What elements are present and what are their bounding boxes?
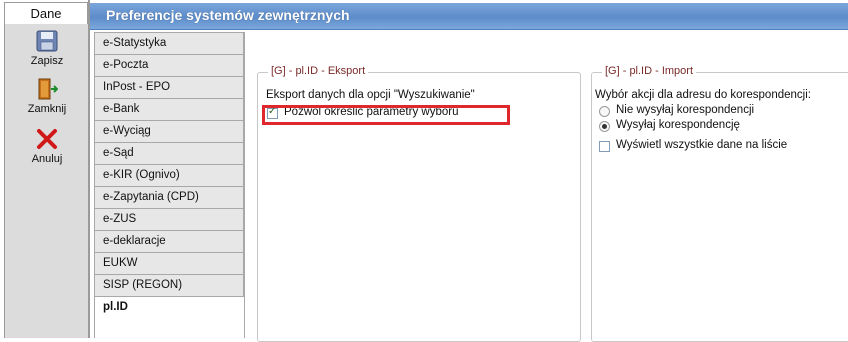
nav-item-e-sad[interactable]: e-Sąd [94,142,244,164]
nav-item-e-wyciag[interactable]: e-Wyciąg [94,120,244,142]
close-label: Zamknij [27,103,67,115]
export-group-legend: [G] - pl.ID - Eksport [268,65,369,77]
nav-item-e-kir[interactable]: e-KIR (Ognivo) [94,164,244,186]
content-panel: [G] - pl.ID - Eksport Eksport danych dla… [244,32,848,342]
exit-door-icon [38,78,58,100]
nav-item-e-statystyka[interactable]: e-Statystyka [94,32,244,54]
show-all-checkbox[interactable] [599,141,610,152]
nav-item-e-zus[interactable]: e-ZUS [94,208,244,230]
nav-item-e-poczta[interactable]: e-Poczta [94,54,244,76]
nav-item-pl-id[interactable]: pl.ID [94,296,244,338]
header-bar: Preferencje systemów zewnętrznych [90,3,848,30]
divider [88,0,90,338]
save-icon [36,30,58,52]
save-label: Zapisz [30,55,64,67]
nav-item-e-deklaracje[interactable]: e-deklaracje [94,230,244,252]
cancel-x-icon [37,129,57,149]
page-title: Preferencje systemów zewnętrznych [106,7,350,23]
nav-item-e-zapytania[interactable]: e-Zapytania (CPD) [94,186,244,208]
import-group: [G] - pl.ID - Import Wybór akcji dla adr… [591,65,848,342]
radio-no-send-label[interactable]: Nie wysyłaj korespondencji [616,104,754,116]
save-button[interactable]: Zapisz [5,30,89,67]
tab-dane[interactable]: Dane [4,2,88,24]
nav-item-sisp-regon[interactable]: SISP (REGON) [94,274,244,296]
nav-item-inpost-epo[interactable]: InPost - EPO [94,76,244,98]
cancel-label: Anuluj [31,153,63,165]
nav-list: e-Statystyka e-Poczta InPost - EPO e-Ban… [94,32,244,338]
toolbar-panel: Zapisz Zamknij Anuluj [4,24,88,338]
close-button[interactable]: Zamknij [5,78,89,115]
import-group-legend: [G] - pl.ID - Import [602,65,697,77]
import-description: Wybór akcji dla adresu do korespondencji… [595,89,811,101]
export-description: Eksport danych dla opcji "Wyszukiwanie" [266,89,475,101]
radio-send-label[interactable]: Wysyłaj korespondencję [616,119,740,131]
radio-no-send[interactable] [599,106,610,117]
radio-send[interactable] [599,121,610,132]
nav-item-eukw[interactable]: EUKW [94,252,244,274]
nav-item-e-bank[interactable]: e-Bank [94,98,244,120]
cancel-button[interactable]: Anuluj [5,128,89,165]
show-all-label[interactable]: Wyświetl wszystkie dane na liście [616,139,787,151]
highlight-box [262,105,510,125]
